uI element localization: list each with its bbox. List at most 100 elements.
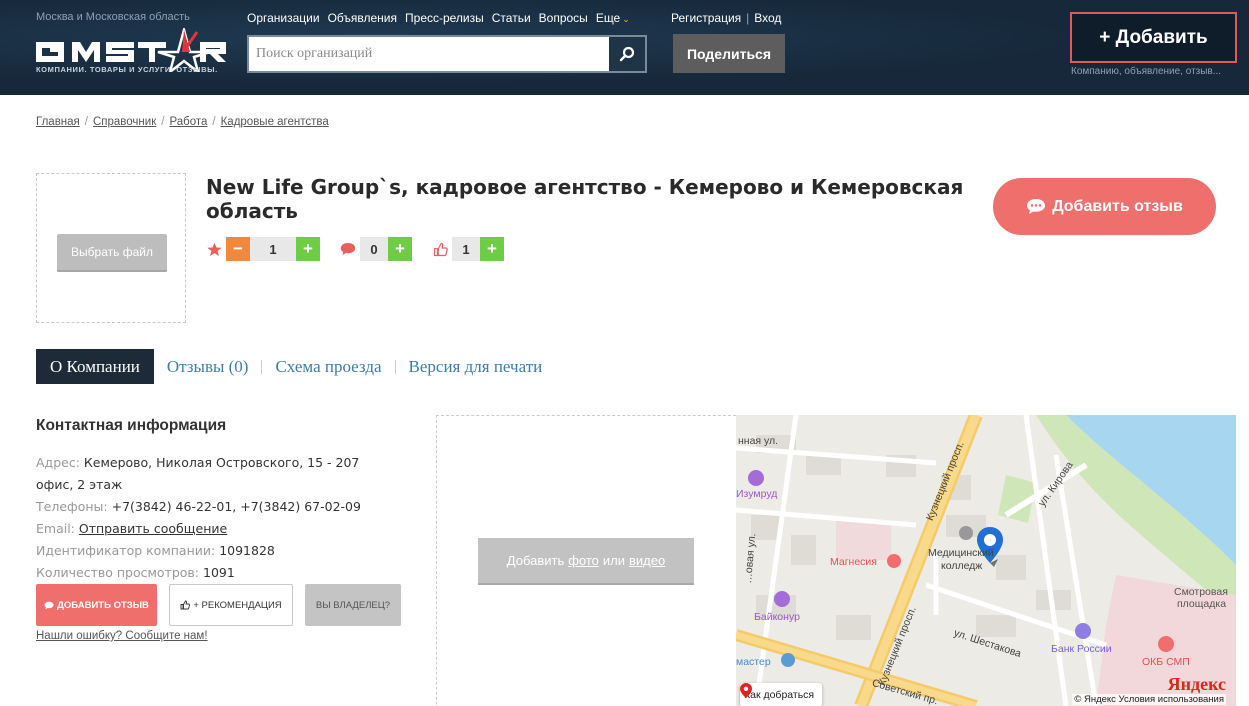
- likes-plus-button[interactable]: +: [480, 237, 504, 261]
- search-icon: [619, 46, 635, 62]
- views-value: 1091: [203, 565, 235, 580]
- nav-ads[interactable]: Объявления: [328, 11, 397, 25]
- search-input[interactable]: [249, 37, 610, 71]
- map-label-bank: Банк России: [1051, 643, 1112, 655]
- thumbs-up-icon: [432, 241, 448, 257]
- add-button[interactable]: + Добавить: [1070, 12, 1237, 63]
- share-button[interactable]: Поделиться: [673, 34, 785, 73]
- search-button[interactable]: [609, 37, 645, 71]
- contacts-list: Адрес: Кемерово, Николая Островского, 15…: [36, 452, 396, 584]
- map-label-okb: ОКБ СМП: [1142, 656, 1190, 668]
- are-you-owner-button[interactable]: ВЫ ВЛАДЕЛЕЦ?: [305, 584, 401, 626]
- breadcrumb-home[interactable]: Главная: [36, 116, 80, 128]
- recommend-button[interactable]: + РЕКОМЕНДАЦИЯ: [169, 584, 293, 626]
- map-label-college-1: Медицинский: [928, 547, 994, 559]
- main-nav: Организации Объявления Пресс-релизы Стат…: [247, 11, 630, 25]
- breadcrumb-sep: /: [212, 116, 216, 128]
- add-media-or: или: [602, 553, 626, 568]
- phones-value: +7(3842) 46-22-01, +7(3842) 67-02-09: [111, 499, 361, 514]
- contact-company-id: Идентификатор компании: 1091828: [36, 540, 396, 562]
- send-message-link[interactable]: Отправить сообщение: [79, 521, 227, 536]
- map-label-viewpoint-1: Смотровая: [1174, 586, 1228, 598]
- star-icon: [206, 241, 222, 257]
- address-value: Кемерово, Николая Островского, 15 - 207 …: [36, 455, 360, 492]
- rating-minus-button[interactable]: −: [226, 237, 250, 261]
- contacts-heading: Контактная информация: [36, 417, 227, 434]
- company-title: New Life Group`s, кадровое агентство - К…: [206, 175, 964, 223]
- site-tagline: КОМПАНИИ. ТОВАРЫ И УСЛУГИ. ОТЗЫВЫ.: [36, 65, 218, 74]
- nav-more[interactable]: Еще ⌄: [596, 11, 630, 25]
- company-counters: − 1 + 0 + 1 +: [206, 237, 524, 261]
- report-error-link[interactable]: Нашли ошибку? Сообщите нам!: [36, 630, 208, 642]
- comment-icon: [340, 241, 356, 257]
- map-label-street: нная ул.: [738, 435, 779, 447]
- map-label-izumrud: Изумруд: [736, 488, 778, 500]
- reviews-counter: 0 +: [340, 237, 412, 261]
- auth-links: Регистрация | Вход: [671, 11, 781, 25]
- nav-organizations[interactable]: Организации: [247, 11, 320, 25]
- logo-upload-area: Выбрать файл: [36, 173, 186, 323]
- map-label-college-2: колледж: [941, 560, 983, 572]
- add-media-button[interactable]: Добавить фото или видео: [478, 538, 694, 583]
- reviews-value: 0: [360, 237, 388, 261]
- map-label-baikonur: Байконур: [754, 611, 800, 623]
- tab-print-version[interactable]: Версия для печати: [396, 357, 556, 377]
- speech-bubble-icon: [44, 601, 54, 609]
- yandex-legal-links[interactable]: © Яндекс Условия использования: [1072, 694, 1226, 705]
- add-hint: Компанию, объявление, отзыв...: [1071, 66, 1222, 77]
- rating-value: 1: [250, 237, 296, 261]
- tab-directions[interactable]: Схема проезда: [262, 357, 394, 377]
- breadcrumb-work[interactable]: Работа: [169, 116, 207, 128]
- nav-articles[interactable]: Статьи: [492, 11, 531, 25]
- choose-file-button[interactable]: Выбрать файл: [57, 234, 167, 270]
- breadcrumb-recruiting[interactable]: Кадровые агентства: [221, 116, 329, 128]
- auth-separator: |: [746, 11, 750, 25]
- breadcrumb-directory[interactable]: Справочник: [93, 116, 156, 128]
- breadcrumb-sep: /: [161, 116, 165, 128]
- contact-views: Количество просмотров: 1091: [36, 562, 396, 584]
- recommend-label: + РЕКОМЕНДАЦИЯ: [193, 599, 282, 611]
- add-photo-link[interactable]: фото: [568, 553, 599, 568]
- yandex-logo[interactable]: Яндекс: [1168, 674, 1226, 695]
- add-video-link[interactable]: видео: [629, 553, 665, 568]
- yandex-map[interactable]: нная ул. Изумруд Магнесия Медицинский ко…: [736, 415, 1236, 706]
- add-media-prefix: Добавить: [506, 553, 565, 568]
- contact-phones: Телефоны: +7(3842) 46-22-01, +7(3842) 67…: [36, 496, 396, 518]
- add-review-small-button[interactable]: ДОБАВИТЬ ОТЗЫВ: [36, 584, 157, 626]
- map-label-magnesia: Магнесия: [830, 556, 877, 568]
- get-directions-label: Как добраться: [744, 689, 815, 701]
- site-header: Москва и Московская область КОМПАНИИ. ТО…: [0, 0, 1249, 95]
- nav-more-label: Еще: [595, 11, 621, 25]
- address-label: Адрес:: [36, 455, 80, 470]
- thumbs-up-icon: [180, 600, 191, 610]
- map-label-master: мастер: [736, 656, 771, 668]
- breadcrumb: Главная / Справочник / Работа / Кадровые агент…: [36, 116, 329, 128]
- media-area: Добавить фото или видео: [436, 415, 736, 706]
- company-id-value: 1091828: [219, 543, 275, 558]
- tab-about[interactable]: О Компании: [36, 349, 154, 384]
- nav-questions[interactable]: Вопросы: [539, 11, 588, 25]
- login-link[interactable]: Вход: [754, 11, 781, 25]
- nav-press-releases[interactable]: Пресс-релизы: [405, 11, 484, 25]
- reviews-plus-button[interactable]: +: [388, 237, 412, 261]
- speech-bubble-icon: [1027, 199, 1046, 214]
- tab-reviews[interactable]: Отзывы (0): [154, 357, 262, 377]
- add-review-small-label: ДОБАВИТЬ ОТЗЫВ: [57, 599, 149, 611]
- contact-email: Email: Отправить сообщение: [36, 518, 396, 540]
- email-label: Email:: [36, 521, 75, 536]
- map-label-viewpoint-2: площадка: [1177, 598, 1227, 610]
- contact-address: Адрес: Кемерово, Николая Островского, 15…: [36, 452, 396, 496]
- get-directions-button[interactable]: Как добраться: [740, 683, 823, 706]
- company-tabs: О Компании Отзывы (0) Схема проезда Верс…: [36, 349, 555, 384]
- phones-label: Телефоны:: [36, 499, 108, 514]
- map-pin-icon: [740, 683, 752, 698]
- search-box: [247, 35, 647, 73]
- rating-plus-button[interactable]: +: [296, 237, 320, 261]
- likes-counter: 1 +: [432, 237, 504, 261]
- register-link[interactable]: Регистрация: [671, 11, 741, 25]
- region-selector[interactable]: Москва и Московская область: [36, 11, 190, 23]
- add-review-button[interactable]: Добавить отзыв: [993, 178, 1216, 235]
- add-review-label: Добавить отзыв: [1052, 197, 1183, 215]
- contact-actions: ДОБАВИТЬ ОТЗЫВ + РЕКОМЕНДАЦИЯ ВЫ ВЛАДЕЛЕ…: [36, 584, 401, 626]
- rating-counter: − 1 +: [206, 237, 320, 261]
